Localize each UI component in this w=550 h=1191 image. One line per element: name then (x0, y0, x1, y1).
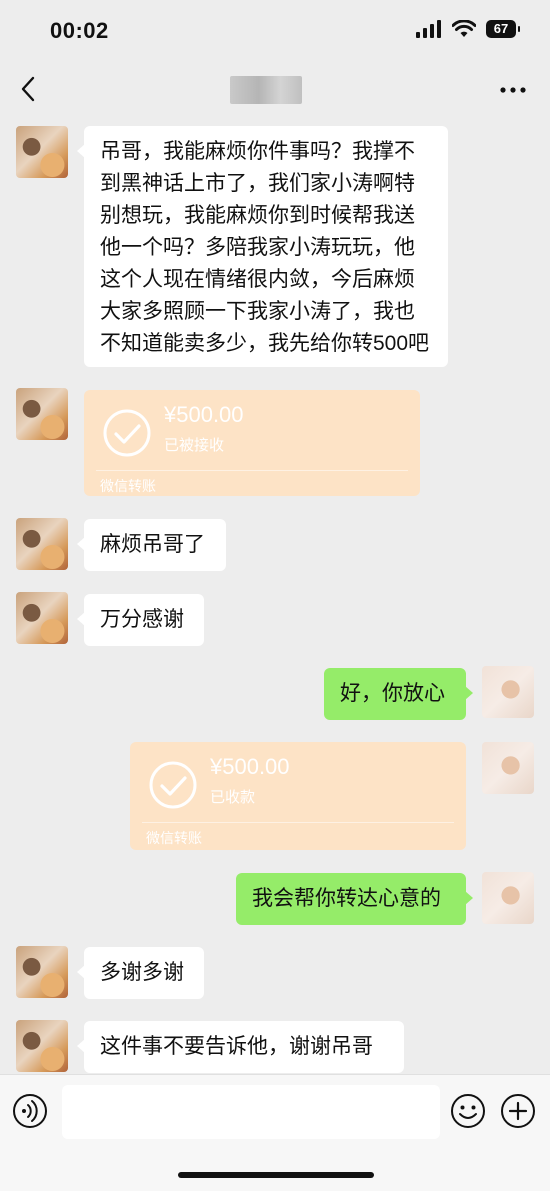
status-time: 00:02 (50, 18, 109, 43)
message-text: 多谢多谢 (100, 961, 184, 984)
transfer-card[interactable]: ¥500.00 已被接收 微信转账 (84, 390, 420, 496)
avatar[interactable] (16, 592, 68, 644)
plus-icon[interactable] (500, 1093, 536, 1129)
check-circle-icon (103, 409, 151, 457)
transfer-footer: 微信转账 (100, 478, 156, 494)
divider (142, 822, 454, 823)
message-bubble[interactable]: 我会帮你转达心意的 (236, 873, 473, 925)
message-bubble[interactable]: 多谢多谢 (77, 947, 204, 999)
message-text: 好，你放心 (340, 682, 445, 705)
status-bar: 00:02 67 (0, 0, 550, 62)
check-circle-icon (149, 761, 197, 809)
message-bubble[interactable]: 吊哥，我能麻烦你件事吗？我撑不到黑神话上市了，我们家小涛啊特别想玩，我能麻烦你到… (77, 126, 448, 367)
emoji-icon[interactable] (450, 1093, 486, 1129)
status-icons: 67 (416, 20, 520, 38)
chat-header (0, 62, 550, 116)
avatar[interactable] (16, 1020, 68, 1072)
transfer-amount: ¥500.00 (210, 754, 290, 779)
message-bubble[interactable]: 这件事不要告诉他，谢谢吊哥 (77, 1021, 404, 1073)
avatar[interactable] (16, 946, 68, 998)
transfer-amount: ¥500.00 (164, 402, 244, 427)
message-text: 我会帮你转达心意的 (252, 887, 441, 910)
voice-icon[interactable] (12, 1093, 48, 1129)
home-indicator (178, 1172, 374, 1178)
message-text: 吊哥，我能麻烦你件事吗？我撑不到黑神话上市了，我们家小涛啊特别想玩，我能麻烦你到… (100, 140, 430, 355)
avatar[interactable] (16, 518, 68, 570)
chevron-left-icon[interactable] (14, 72, 44, 106)
message-bubble[interactable]: 万分感谢 (77, 594, 204, 646)
message-input[interactable] (62, 1085, 440, 1139)
message-text: 这件事不要告诉他，谢谢吊哥 (100, 1035, 373, 1058)
battery-indicator: 67 (486, 20, 520, 38)
transfer-footer: 微信转账 (146, 830, 202, 846)
transfer-card[interactable]: ¥500.00 已收款 微信转账 (130, 742, 466, 850)
message-bubble[interactable]: 好，你放心 (324, 668, 473, 720)
signal-icon (416, 20, 441, 38)
wifi-icon (452, 20, 476, 37)
transfer-status: 已被接收 (164, 437, 225, 454)
avatar[interactable] (482, 666, 534, 718)
divider (96, 470, 408, 471)
message-bubble[interactable]: 麻烦吊哥了 (77, 519, 226, 571)
avatar[interactable] (16, 126, 68, 178)
transfer-status: 已收款 (210, 789, 256, 806)
more-dots-icon[interactable] (498, 80, 528, 100)
message-text: 麻烦吊哥了 (100, 533, 205, 556)
avatar[interactable] (482, 872, 534, 924)
chat-title-redacted (230, 76, 302, 104)
message-text: 万分感谢 (100, 608, 184, 631)
avatar[interactable] (16, 388, 68, 440)
avatar[interactable] (482, 742, 534, 794)
